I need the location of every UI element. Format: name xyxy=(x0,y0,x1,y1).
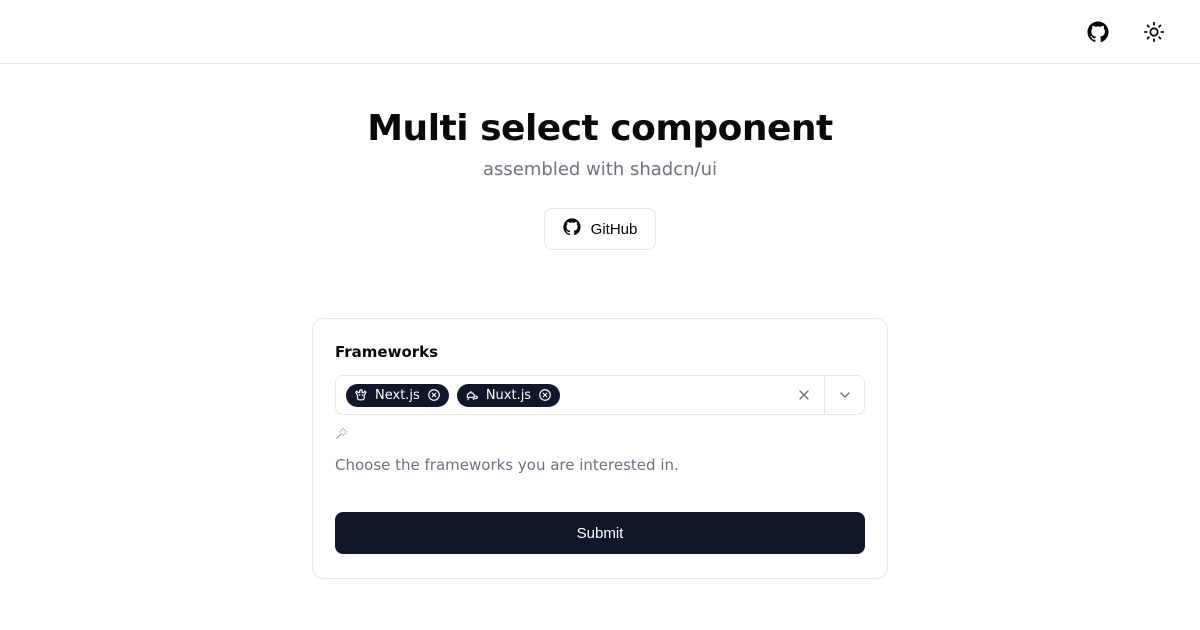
multiselect-input[interactable]: Next.js Nuxt.js xyxy=(335,375,865,415)
chevron-down-icon[interactable] xyxy=(824,376,864,414)
form-card: Frameworks Next.js Nuxt.js xyxy=(312,318,888,579)
page-title: Multi select component xyxy=(367,108,833,149)
selected-chips: Next.js Nuxt.js xyxy=(336,378,784,413)
github-button[interactable]: GitHub xyxy=(544,208,657,250)
field-label: Frameworks xyxy=(335,343,865,361)
turtle-icon xyxy=(465,388,479,402)
wand-icon[interactable] xyxy=(335,425,865,444)
chip-label: Next.js xyxy=(375,388,420,403)
helper-text: Choose the frameworks you are interested… xyxy=(335,456,865,474)
chip-nextjs: Next.js xyxy=(346,384,449,407)
page-subtitle: assembled with shadcn/ui xyxy=(483,159,717,180)
submit-button[interactable]: Submit xyxy=(335,512,865,554)
chip-remove-icon[interactable] xyxy=(538,388,552,402)
theme-toggle-icon[interactable] xyxy=(1136,14,1172,50)
chip-nuxtjs: Nuxt.js xyxy=(457,384,560,407)
github-icon[interactable] xyxy=(1080,14,1116,50)
github-button-label: GitHub xyxy=(591,221,638,238)
chip-remove-icon[interactable] xyxy=(427,388,441,402)
dog-icon xyxy=(354,388,368,402)
chip-label: Nuxt.js xyxy=(486,388,531,403)
github-icon xyxy=(563,218,581,240)
clear-all-icon[interactable] xyxy=(784,376,824,414)
